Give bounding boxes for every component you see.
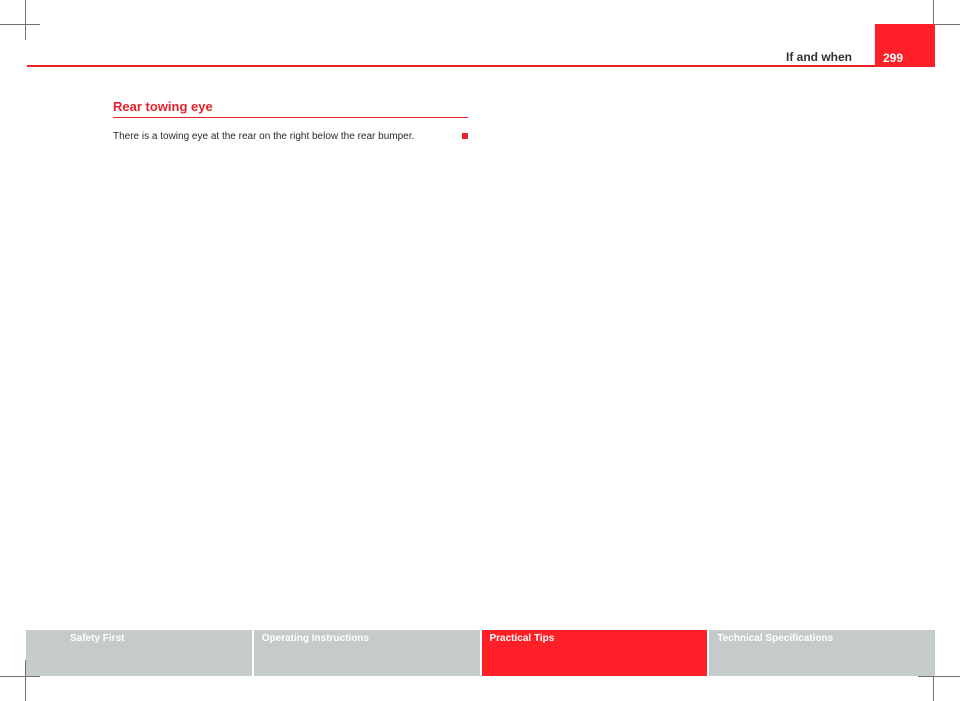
- section-body-text: There is a towing eye at the rear on the…: [113, 131, 415, 142]
- footer-tab-label: Practical Tips: [489, 633, 555, 644]
- page-number: 299: [883, 51, 904, 65]
- footer-tab-label: Technical Specifications: [717, 633, 834, 644]
- section-heading: Rear towing eye: [113, 99, 213, 114]
- footer-navigation: Safety First Operating Instructions Prac…: [26, 630, 935, 676]
- footer-tab-technical-specifications[interactable]: Technical Specifications: [709, 630, 935, 676]
- heading-rule: [113, 117, 468, 118]
- footer-tab-practical-tips[interactable]: Practical Tips: [481, 630, 708, 676]
- crop-mark: [0, 24, 40, 25]
- footer-tab-label: Operating Instructions: [261, 633, 369, 644]
- section-end-marker-icon: [462, 133, 468, 139]
- footer-tab-label: Safety First: [70, 633, 125, 644]
- header-rule: [27, 65, 935, 67]
- crop-mark: [918, 676, 960, 677]
- page-number-tab: 299: [875, 24, 935, 67]
- crop-mark: [0, 676, 40, 677]
- footer-tab-safety-first[interactable]: Safety First: [26, 630, 252, 676]
- crop-mark: [25, 0, 26, 40]
- chapter-title: If and when: [786, 50, 852, 64]
- footer-tab-operating-instructions[interactable]: Operating Instructions: [253, 630, 480, 676]
